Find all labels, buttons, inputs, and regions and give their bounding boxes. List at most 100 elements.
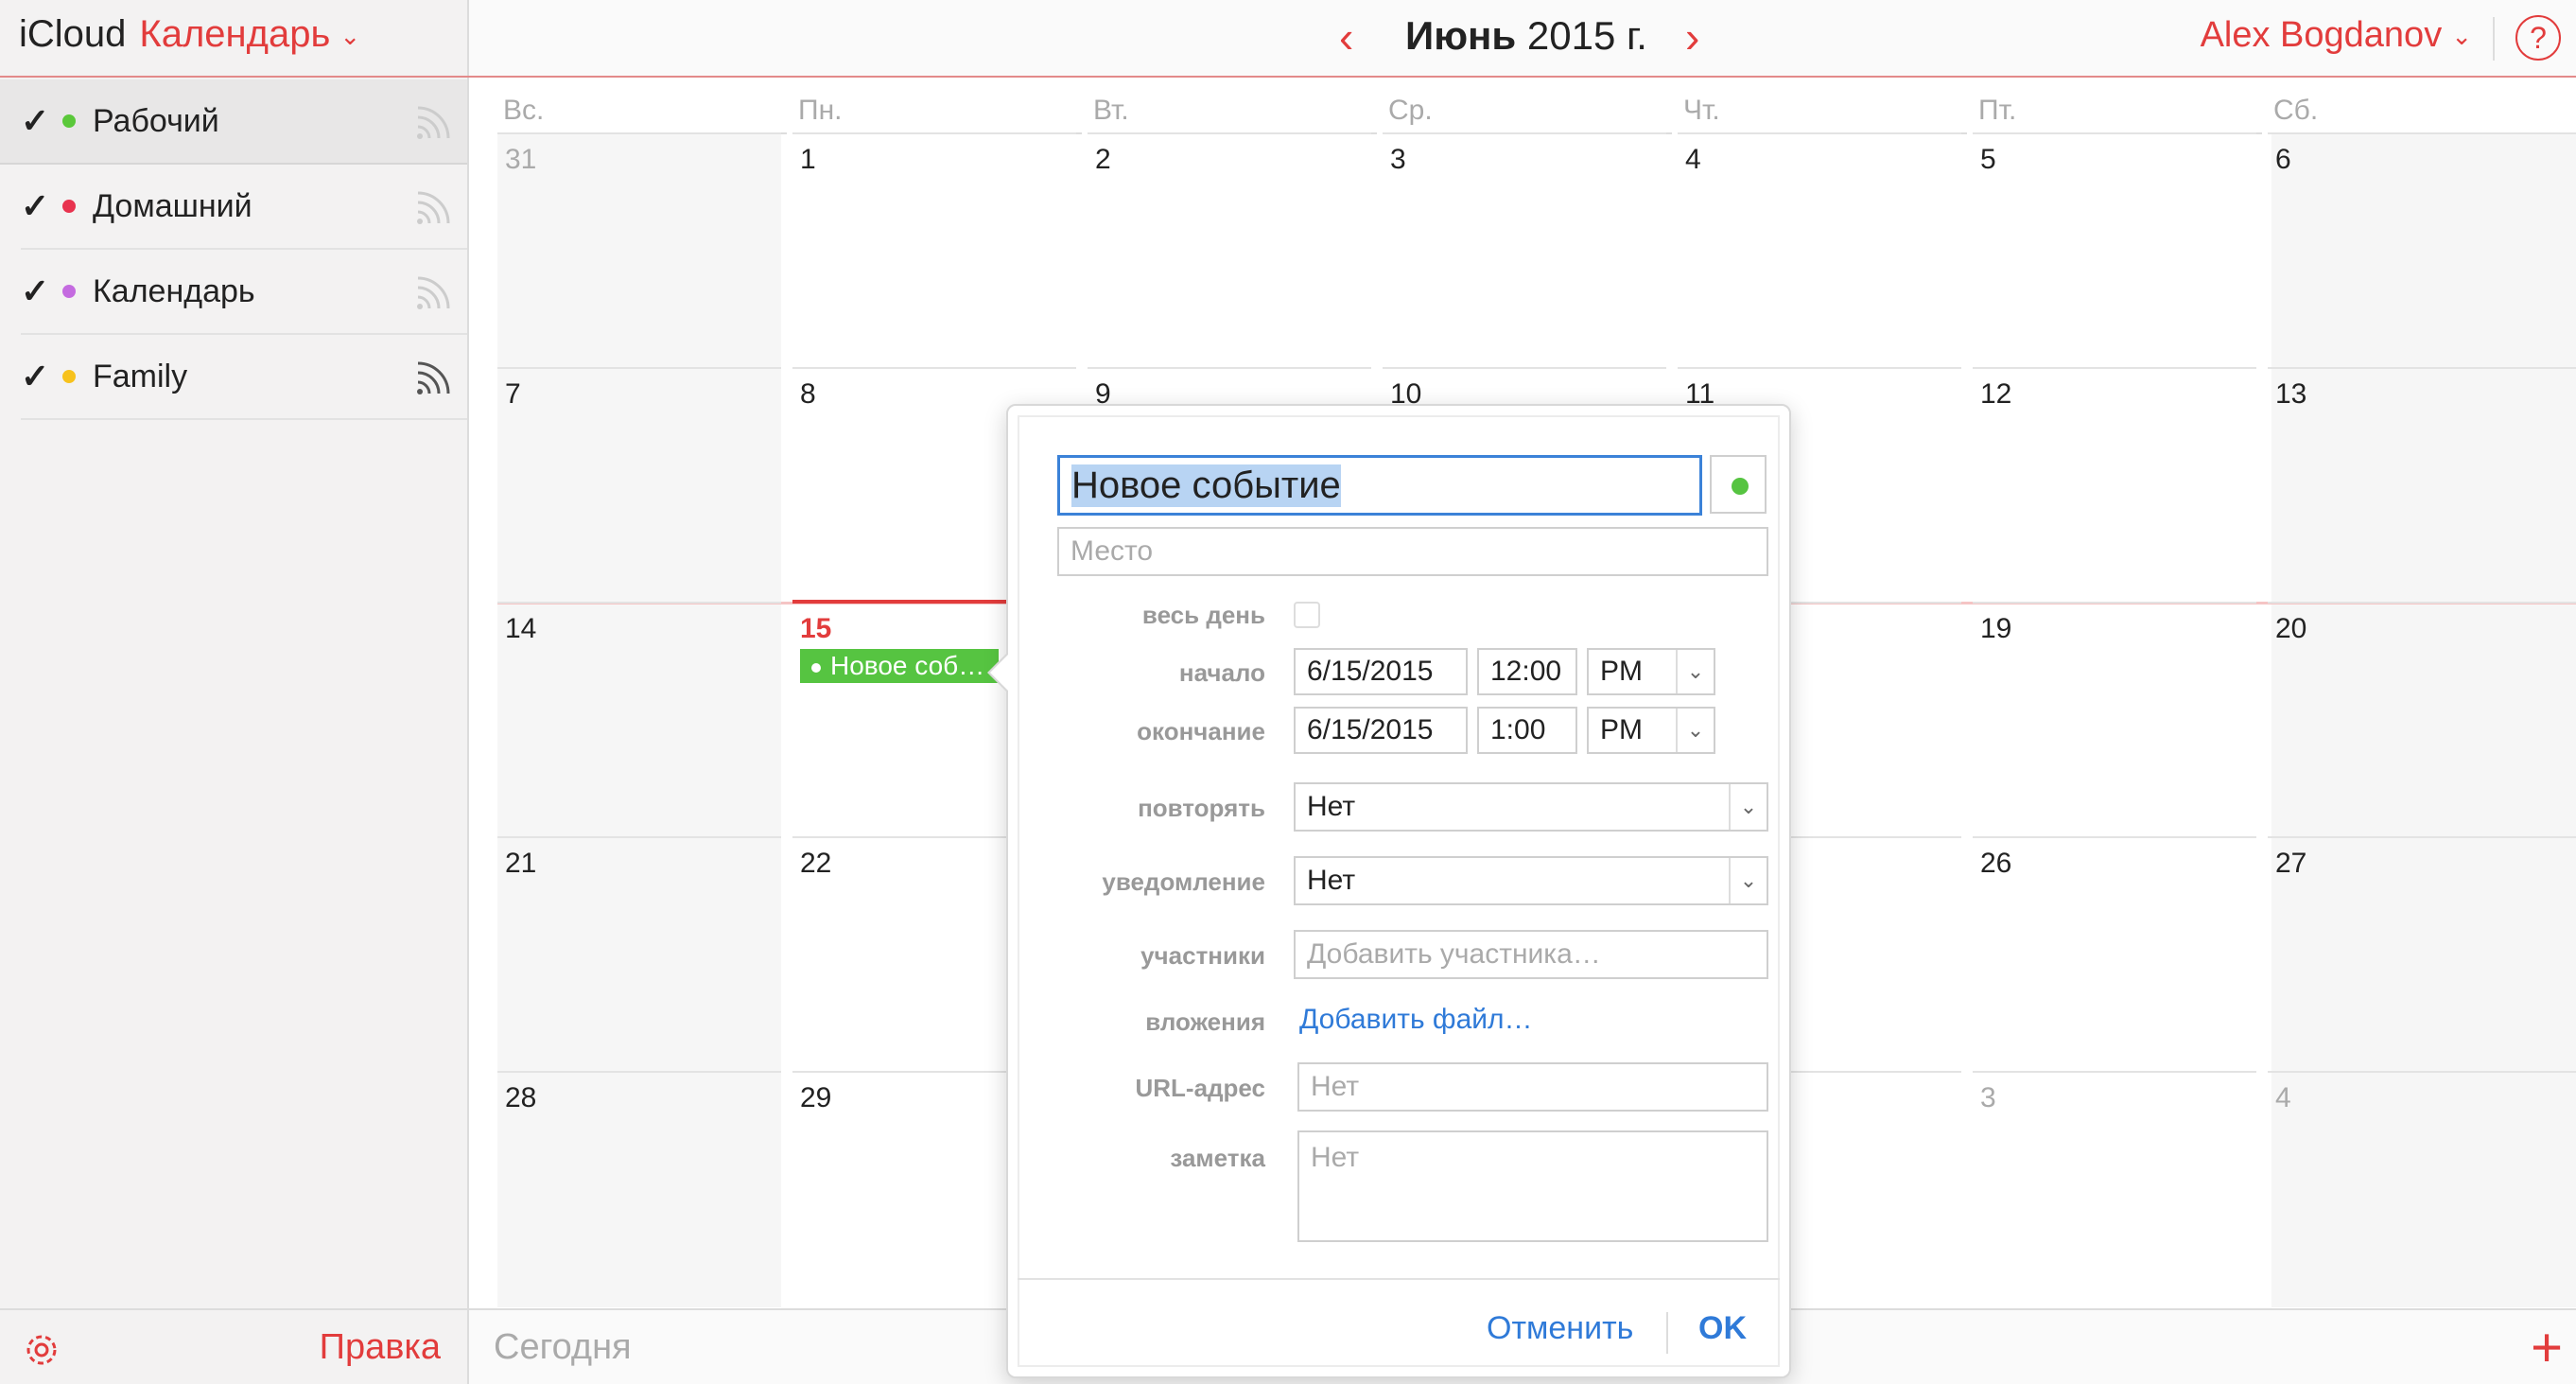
day-number: 12 [1980, 378, 2012, 410]
day-cell[interactable]: 27 [2268, 836, 2576, 1071]
checkmark-icon[interactable]: ✓ [21, 357, 62, 396]
start-label: начало [1178, 658, 1265, 687]
weekday-label: Пт. [1978, 95, 2262, 134]
day-cell[interactable]: 3 [1383, 132, 1666, 367]
chevron-left-icon[interactable]: ‹ [1339, 11, 1353, 62]
alert-select[interactable]: Нет ⌄ [1294, 856, 1768, 905]
day-number: 5 [1980, 144, 1996, 175]
checkmark-icon[interactable]: ✓ [21, 272, 62, 311]
calendar-color-dot [62, 114, 76, 128]
start-ampm-select[interactable]: PM ⌄ [1587, 648, 1715, 695]
add-file-link[interactable]: Добавить файл… [1299, 1004, 1533, 1036]
event-title-input[interactable]: Новое событие [1057, 455, 1702, 516]
day-cell[interactable]: 13 [2268, 367, 2576, 602]
event-chip[interactable]: Новое соб… [800, 649, 999, 683]
alert-label: уведомление [1102, 867, 1265, 896]
day-cell[interactable]: 14 [497, 602, 781, 836]
day-number: 29 [800, 1082, 832, 1113]
day-number: 20 [2275, 613, 2307, 644]
month-name: Июнь [1405, 13, 1517, 58]
ok-button[interactable]: OK [1698, 1310, 1747, 1347]
calendar-item-family[interactable]: ✓ Family [21, 335, 467, 420]
day-cell[interactable]: 26 [1973, 836, 2256, 1071]
end-label: окончание [1137, 717, 1265, 745]
day-cell[interactable]: 4 [2268, 1071, 2576, 1307]
day-number: 15 [800, 613, 832, 644]
user-menu[interactable]: Alex Bogdanov ⌄ [2201, 15, 2472, 56]
add-event-button[interactable]: + [2531, 1321, 2563, 1375]
chevron-down-icon: ⌄ [1729, 858, 1767, 903]
day-cell[interactable]: 2 [1088, 132, 1371, 367]
calendar-color-dot [62, 285, 76, 298]
repeat-label: повторять [1138, 794, 1265, 822]
end-ampm-value: PM [1600, 714, 1643, 745]
weekday-label: Чт. [1683, 95, 1967, 134]
calendar-name: Календарь [93, 272, 255, 309]
invitees-label: участники [1140, 941, 1265, 970]
calendar-item-home[interactable]: ✓ Домашний [21, 165, 467, 250]
end-time-input[interactable]: 1:00 [1477, 707, 1577, 754]
share-broadcast-icon[interactable] [414, 104, 452, 142]
day-cell[interactable]: 19 [1973, 602, 2256, 836]
day-cell[interactable]: 28 [497, 1071, 781, 1307]
edit-button[interactable]: Правка [320, 1327, 441, 1368]
location-input[interactable]: Место [1057, 527, 1768, 576]
note-label: заметка [1170, 1144, 1265, 1172]
note-textarea[interactable]: Нет [1297, 1130, 1768, 1242]
chevron-down-icon: ⌄ [339, 21, 361, 50]
day-cell[interactable]: 6 [2268, 132, 2576, 367]
end-ampm-select[interactable]: PM ⌄ [1587, 707, 1715, 754]
today-button[interactable]: Сегодня [494, 1327, 632, 1368]
calendar-color-button[interactable] [1710, 455, 1767, 514]
day-number: 7 [505, 378, 521, 410]
app-switcher[interactable]: iCloud Календарь ⌄ [19, 13, 360, 56]
repeat-select[interactable]: Нет ⌄ [1294, 782, 1768, 832]
url-label: URL-адрес [1135, 1074, 1265, 1102]
day-cell[interactable]: 5 [1973, 132, 2256, 367]
chevron-right-icon[interactable]: › [1685, 11, 1699, 62]
url-input[interactable]: Нет [1297, 1062, 1768, 1112]
gear-icon[interactable] [21, 1329, 62, 1371]
day-number: 3 [1390, 144, 1406, 175]
allday-checkbox[interactable] [1294, 602, 1320, 628]
invitees-input[interactable]: Добавить участника… [1294, 930, 1768, 979]
start-time-input[interactable]: 12:00 [1477, 648, 1577, 695]
chevron-down-icon: ⌄ [1676, 650, 1714, 693]
end-date-input[interactable]: 6/15/2015 [1294, 707, 1468, 754]
day-cell[interactable]: 31 [497, 132, 781, 367]
day-cell[interactable]: 3 [1973, 1071, 2256, 1307]
calendar-color-dot [62, 200, 76, 213]
calendar-name: Домашний [93, 187, 252, 224]
new-event-popover: Новое событие Место весь день начало 6/1… [987, 404, 1791, 1378]
day-cell[interactable]: 21 [497, 836, 781, 1071]
day-number: 22 [800, 848, 832, 879]
calendar-item-calendar[interactable]: ✓ Календарь [21, 250, 467, 335]
start-ampm-value: PM [1600, 656, 1643, 687]
day-number: 19 [1980, 613, 2012, 644]
day-number: 27 [2275, 848, 2307, 879]
checkmark-icon[interactable]: ✓ [21, 186, 62, 226]
share-broadcast-icon[interactable] [414, 189, 452, 227]
month-title: Июнь 2015 г. [1405, 13, 1647, 59]
calendar-name: Family [93, 358, 188, 394]
calendar-item-work[interactable]: ✓ Рабочий [0, 79, 467, 165]
calendar-color-dot [62, 370, 76, 383]
calendar-name: Рабочий [93, 102, 219, 139]
start-date-input[interactable]: 6/15/2015 [1294, 648, 1468, 695]
day-number: 8 [800, 378, 816, 410]
day-cell[interactable]: 20 [2268, 602, 2576, 836]
day-cell[interactable]: 4 [1678, 132, 1961, 367]
checkmark-icon[interactable]: ✓ [21, 101, 62, 141]
cancel-button[interactable]: Отменить [1487, 1310, 1633, 1347]
user-name: Alex Bogdanov [2200, 15, 2443, 55]
sidebar-footer: Правка [0, 1308, 467, 1384]
popover-pointer [987, 652, 1009, 693]
day-cell[interactable]: 1 [792, 132, 1076, 367]
help-button[interactable]: ? [2515, 15, 2561, 61]
share-broadcast-icon[interactable] [414, 359, 452, 397]
day-cell[interactable]: 12 [1973, 367, 2256, 602]
event-chip-label: Новое соб… [830, 651, 985, 680]
day-cell[interactable]: 7 [497, 367, 781, 602]
share-broadcast-icon[interactable] [414, 274, 452, 312]
brand-label: iCloud [19, 13, 127, 55]
